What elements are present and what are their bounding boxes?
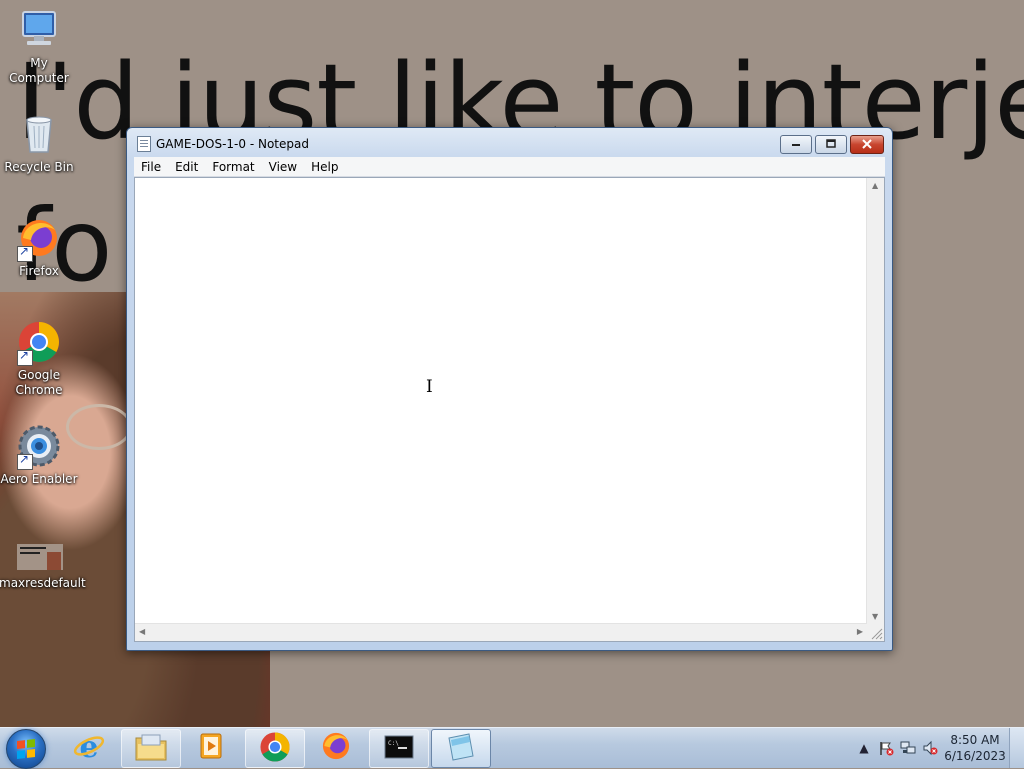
scroll-right-icon[interactable]: ▶: [857, 627, 863, 636]
desktop-icon-label: Firefox: [19, 264, 59, 278]
clock-date: 6/16/2023: [944, 749, 1006, 763]
svg-text:e: e: [79, 730, 98, 762]
firefox-icon: [320, 730, 352, 765]
desktop-icon-label: maxresdefault: [0, 576, 86, 590]
start-button[interactable]: [6, 729, 46, 769]
computer-icon: [17, 8, 61, 52]
taskbar-notepad[interactable]: [431, 729, 491, 768]
text-editor-area[interactable]: ▲ ▼ ◀ ▶: [134, 177, 885, 642]
notepad-icon: [137, 136, 151, 152]
desktop-icon-label: My Computer: [9, 56, 69, 85]
chrome-icon: [17, 320, 61, 366]
desktop-icon-aero-enabler[interactable]: Aero Enabler: [0, 424, 79, 487]
cmd-icon: C:\: [384, 735, 414, 762]
desktop-icon-recycle-bin[interactable]: Recycle Bin: [0, 112, 79, 175]
taskbar: e C:\ ▲ 8:50 AM 6/16/2023: [0, 727, 1024, 769]
system-tray: ▲ 8:50 AM 6/16/2023: [853, 728, 1024, 768]
show-desktop-button[interactable]: [1009, 728, 1024, 768]
action-center-flag-icon[interactable]: [875, 737, 897, 759]
desktop-icon-google-chrome[interactable]: Google Chrome: [0, 320, 79, 398]
aero-enabler-icon: [17, 424, 61, 470]
clock[interactable]: 8:50 AM 6/16/2023: [941, 732, 1009, 764]
menu-view[interactable]: View: [262, 160, 304, 174]
folder-icon: [134, 732, 168, 765]
clock-time: 8:50 AM: [950, 733, 1000, 747]
volume-muted-icon[interactable]: [919, 737, 941, 759]
text-cursor-icon: I: [426, 377, 433, 397]
title-bar[interactable]: GAME-DOS-1-0 - Notepad: [127, 128, 892, 158]
notepad-window[interactable]: GAME-DOS-1-0 - Notepad File Edit Format: [126, 127, 893, 651]
menu-bar: File Edit Format View Help: [134, 157, 885, 177]
media-player-icon: [196, 731, 226, 764]
horizontal-scrollbar[interactable]: ◀ ▶: [135, 623, 867, 641]
image-file-icon: [17, 544, 63, 572]
size-grip[interactable]: [867, 624, 884, 641]
vertical-scrollbar[interactable]: ▲ ▼: [866, 178, 884, 624]
taskbar-firefox[interactable]: [307, 729, 365, 766]
desktop-icon-maxresdefault[interactable]: maxresdefault: [0, 544, 86, 591]
taskbar-windows-explorer[interactable]: [121, 729, 181, 768]
close-button[interactable]: [850, 135, 884, 154]
notepad-icon: [445, 732, 477, 765]
scroll-up-icon[interactable]: ▲: [872, 181, 878, 190]
menu-edit[interactable]: Edit: [168, 160, 205, 174]
taskbar-internet-explorer[interactable]: e: [60, 729, 118, 766]
shortcut-arrow-icon: [17, 452, 33, 470]
scroll-left-icon[interactable]: ◀: [139, 627, 145, 636]
window-title: GAME-DOS-1-0 - Notepad: [156, 137, 309, 151]
minimize-icon: [791, 139, 801, 150]
svg-text:C:\: C:\: [388, 740, 399, 747]
desktop-icon-my-computer[interactable]: My Computer: [0, 8, 79, 86]
desktop-icon-firefox[interactable]: Firefox: [0, 216, 79, 279]
show-hidden-icons-arrow-icon[interactable]: ▲: [853, 737, 875, 759]
taskbar-media-player[interactable]: [182, 729, 240, 766]
chrome-icon: [259, 731, 291, 766]
shortcut-arrow-icon: [17, 244, 33, 262]
ie-icon: e: [73, 730, 105, 765]
minimize-button[interactable]: [780, 135, 812, 154]
scroll-down-icon[interactable]: ▼: [872, 612, 878, 621]
firefox-icon: [17, 216, 61, 262]
desktop-icon-label: Aero Enabler: [0, 472, 78, 486]
taskbar-chrome[interactable]: [245, 729, 305, 768]
menu-file[interactable]: File: [134, 160, 168, 174]
recycle-bin-icon: [17, 112, 61, 156]
menu-help[interactable]: Help: [304, 160, 345, 174]
shortcut-arrow-icon: [17, 348, 33, 366]
taskbar-command-prompt[interactable]: C:\: [369, 729, 429, 768]
desktop-icon-label: Google Chrome: [15, 368, 63, 397]
maximize-icon: [826, 138, 836, 151]
menu-format[interactable]: Format: [205, 160, 261, 174]
close-icon: [862, 138, 872, 152]
maximize-button[interactable]: [815, 135, 847, 154]
network-icon[interactable]: [897, 737, 919, 759]
desktop-icon-label: Recycle Bin: [4, 160, 74, 174]
